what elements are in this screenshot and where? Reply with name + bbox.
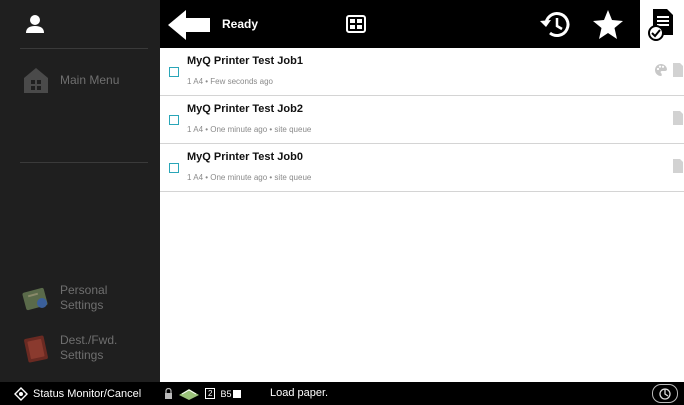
document-check-icon xyxy=(648,9,673,41)
job-title: MyQ Printer Test Job2 xyxy=(187,103,303,115)
job-checkbox[interactable] xyxy=(169,163,179,173)
status-text: Ready xyxy=(222,17,259,31)
job-meta: 1 A4 • Few seconds ago xyxy=(187,77,273,86)
sidebar: Main Menu Personal Settings Dest./Fwd. S… xyxy=(0,0,160,382)
paper-size-label: B5 xyxy=(220,388,232,399)
grid-view-button[interactable] xyxy=(346,15,366,33)
energy-saver-icon xyxy=(659,387,671,400)
status-monitor-icon xyxy=(14,386,28,401)
paper-orientation-icon xyxy=(233,389,242,398)
job-checkbox[interactable] xyxy=(169,67,179,77)
job-title: MyQ Printer Test Job0 xyxy=(187,151,303,163)
list-item[interactable]: MyQ Printer Test Job1 1 A4 • Few seconds… xyxy=(160,48,684,96)
print-jobs-button[interactable] xyxy=(640,0,684,48)
sidebar-item-label: Personal Settings xyxy=(60,283,108,312)
paper-size: B5 xyxy=(220,388,242,399)
top-bar: Ready xyxy=(160,0,684,48)
sidebar-item-label: Main Menu xyxy=(60,72,120,87)
job-list: MyQ Printer Test Job1 1 A4 • Few seconds… xyxy=(160,48,684,382)
star-icon xyxy=(593,10,623,39)
job-icons xyxy=(672,110,684,126)
list-item[interactable]: MyQ Printer Test Job2 1 A4 • One minute … xyxy=(160,96,684,144)
favorites-button[interactable] xyxy=(592,9,624,41)
lock-icon xyxy=(165,388,172,399)
home-icon xyxy=(16,60,56,100)
dest-fwd-settings-icon xyxy=(16,328,56,368)
history-button[interactable] xyxy=(538,9,572,41)
job-meta: 1 A4 • One minute ago • site queue xyxy=(187,125,312,134)
page-icon xyxy=(673,111,683,125)
color-palette-icon xyxy=(655,63,667,76)
personal-settings-icon xyxy=(16,278,56,318)
device-status: 2 B5 xyxy=(164,382,242,405)
history-icon xyxy=(540,12,570,37)
job-icons xyxy=(672,158,684,174)
page-icon xyxy=(673,159,683,173)
sidebar-divider xyxy=(20,48,148,49)
user-icon xyxy=(26,15,44,33)
sidebar-divider xyxy=(20,162,148,163)
status-monitor-label: Status Monitor/Cancel xyxy=(33,387,142,400)
user-button[interactable] xyxy=(0,0,160,48)
sidebar-item-dest-fwd-settings[interactable]: Dest./Fwd. Settings xyxy=(0,328,160,368)
back-button[interactable] xyxy=(166,8,212,42)
sidebar-item-label: Dest./Fwd. Settings xyxy=(60,333,118,362)
grid-icon xyxy=(346,15,366,33)
job-checkbox[interactable] xyxy=(169,115,179,125)
sidebar-item-main-menu[interactable]: Main Menu xyxy=(0,60,160,100)
tray-number: 2 xyxy=(205,388,216,399)
job-icons xyxy=(654,62,684,78)
back-arrow-icon xyxy=(168,10,210,40)
sidebar-item-personal-settings[interactable]: Personal Settings xyxy=(0,278,160,318)
list-item[interactable]: MyQ Printer Test Job0 1 A4 • One minute … xyxy=(160,144,684,192)
status-bar: Status Monitor/Cancel 2 B5 Load paper. xyxy=(0,382,684,405)
job-title: MyQ Printer Test Job1 xyxy=(187,55,303,67)
job-meta: 1 A4 • One minute ago • site queue xyxy=(187,173,312,182)
paper-tray-icon xyxy=(179,388,199,400)
status-monitor-button[interactable]: Status Monitor/Cancel xyxy=(0,382,160,405)
status-message: Load paper. xyxy=(270,387,329,399)
page-icon xyxy=(673,63,683,77)
energy-saver-button[interactable] xyxy=(652,384,678,403)
